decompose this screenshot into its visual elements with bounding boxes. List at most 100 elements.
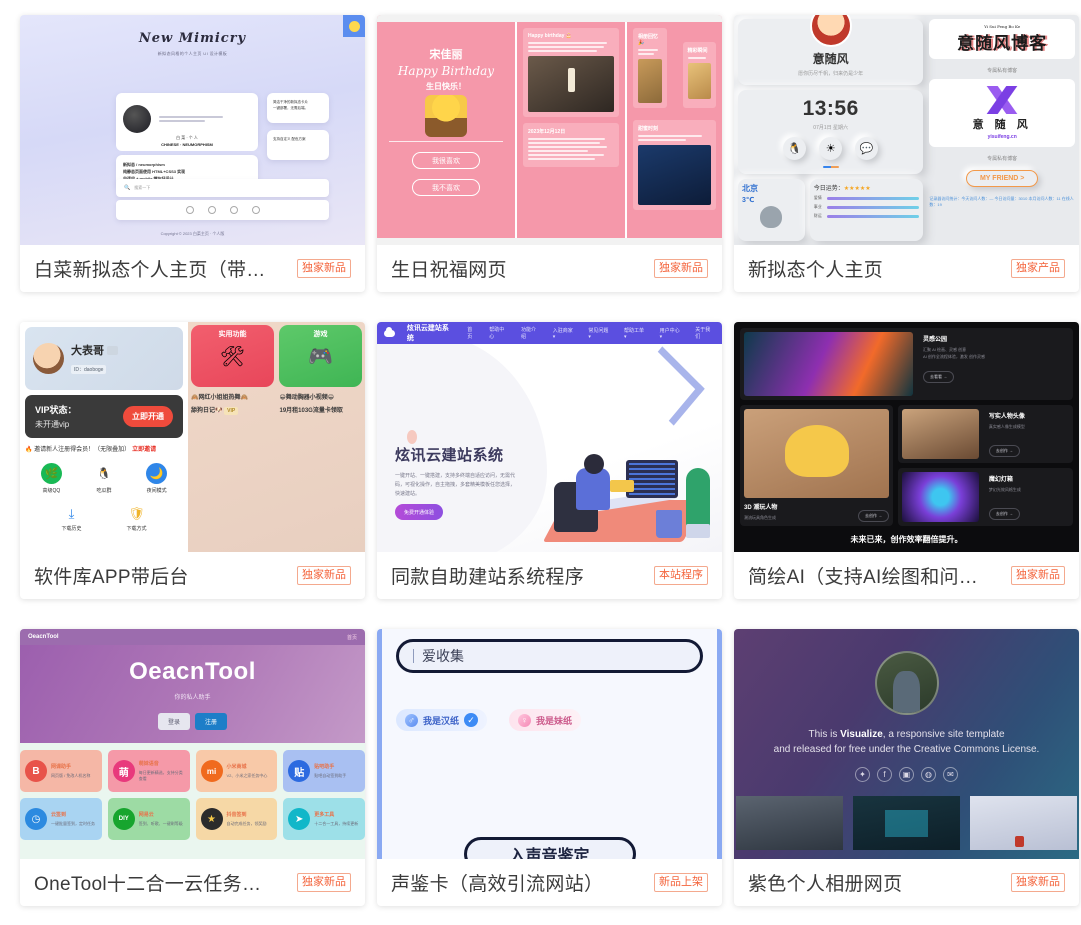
weather-sun-icon[interactable]: ☀ [819,137,843,160]
invite-link[interactable]: 立即邀请 [132,444,156,453]
preview-feature-panel: 灵感公园 汇聚 AI 绘画、灵感 创意 AI 创作全流程体验，激发 创作灵感 去… [740,328,1073,401]
book-icon [229,206,238,214]
list-item[interactable]: 😁舞动胸器小视频😁 [280,394,363,402]
check-circle-icon: ✓ [464,713,479,727]
list-item[interactable]: 🙈网红小姐姐热舞🙈 [191,394,274,402]
tool-tile[interactable]: mi 小米商城 V2、小米之家任务中心 [195,750,278,792]
app-entry[interactable]: 🐧 吃瓜群 [82,463,126,494]
my-friend-button[interactable]: MY FRIEND > [966,170,1039,187]
navbar-home-link[interactable]: 首页 [347,634,357,641]
cta-button[interactable]: 免费开通体验 [395,504,443,520]
nickname-input-value: 爱收集 [422,648,464,664]
template-thumbnail-new-mimicry[interactable]: New Mimicry 新拟态风格的个人主页 UI 设计模板 白 菜 · 个 人… [20,15,365,245]
mail-icon[interactable]: ✉ [943,767,958,782]
card-title[interactable]: 声鉴卡（高效引流网站） [391,869,603,896]
app-entry[interactable]: 🌿 高级QQ [29,463,73,494]
template-card[interactable]: OeacnTool 首页 OeacnTool 你的私人助手 登录 注册 B 网课助… [20,629,365,906]
card-title[interactable]: 新拟态个人主页 [748,255,883,282]
preview-footer: Copyright © 2023 白菜主页 · 个人版 [160,231,225,236]
template-thumbnail-ai-gallery[interactable]: 灵感公园 汇聚 AI 绘画、灵感 创意 AI 创作全流程体验，激发 创作灵感 去… [734,322,1079,552]
card-badge: 独家新品 [297,873,351,892]
block-button[interactable]: 去看看 → [923,370,955,383]
tool-tile[interactable]: B 网课助手 网页版 / 免改人机名称 [20,750,102,792]
submit-button[interactable]: 入声音鉴定 [463,837,636,859]
search-input[interactable]: 🔍 搜索一下 [116,179,329,197]
template-card[interactable]: 宋佳丽 Happy Birthday 生日快乐！ 我很喜欢 我不喜欢 Happy… [377,15,722,292]
template-thumbnail-visualize[interactable]: This is Visualize, a responsive site tem… [734,629,1079,859]
card-title[interactable]: 同款自助建站系统程序 [391,562,584,589]
block-button[interactable]: 去创作 → [988,508,1021,520]
nav-item[interactable]: 帮助工单 ▾ [624,327,648,340]
twitter-icon[interactable]: ✦ [855,767,870,782]
template-card[interactable]: 爱收集 ♂ 我是汉纸 ✓ ♀ 我是妹纸 入声音鉴定 声鉴卡（高效引流网站） 新品… [377,629,722,906]
photo-candle [528,56,614,112]
template-card[interactable]: This is Visualize, a responsive site tem… [734,629,1079,906]
gender-option-female[interactable]: ♀ 我是妹纸 [509,709,582,731]
qq-icon[interactable]: 🐧 [783,137,807,160]
facebook-icon[interactable]: f [877,767,892,782]
template-card[interactable]: 大表哥 ID：daoboge VIP状态： 未开通vip 立即开通 🔥 邀请新人… [20,322,365,599]
template-thumbnail-neumorphic[interactable]: 意随风 愿你历尽千帆，归来仍是少年 13:56 07月1日 星期六 🐧 ☀ 💬 [734,15,1079,245]
like-button[interactable]: 我很喜欢 [412,152,480,169]
gender-option-male[interactable]: ♂ 我是汉纸 ✓ [396,709,488,731]
template-card[interactable]: 灵感公园 汇聚 AI 绘画、灵感 创意 AI 创作全流程体验，激发 创作灵感 去… [734,322,1079,599]
nickname: 意随风 [812,52,849,66]
nav-item[interactable]: 入驻商家 ▾ [553,327,577,340]
nav-item[interactable]: 帮助中心 [489,326,509,340]
card-title[interactable]: 简绘AI（支持AI绘图和问… [748,562,978,589]
block-desc: 潮流玩具角色生成 [744,515,776,521]
nav-item[interactable]: 关于我们 [695,326,715,340]
card-title[interactable]: OneTool十二合一云任务… [34,869,261,896]
tool-icon: ★ [200,808,223,830]
template-thumbnail-birthday[interactable]: 宋佳丽 Happy Birthday 生日快乐！ 我很喜欢 我不喜欢 Happy… [377,15,722,245]
nav-item[interactable]: 常见问题 ▾ [588,327,612,340]
list-item[interactable]: 19月租103G流量卡领取 [280,407,363,415]
nav-item[interactable]: 功能介绍 [521,326,541,340]
tool-tile[interactable]: 贴贴吧助手 贴吧自动签到助手 [283,750,365,792]
card-title[interactable]: 软件库APP带后台 [34,562,189,589]
template-thumbnail-oeacntool[interactable]: OeacnTool 首页 OeacnTool 你的私人助手 登录 注册 B 网课助… [20,629,365,859]
app-entry[interactable]: 🌙 夜间模式 [135,463,179,494]
instagram-icon[interactable]: ▣ [899,767,914,782]
dislike-button[interactable]: 我不喜欢 [412,179,480,196]
tool-tile[interactable]: ★ 抖音签到 自动完成任务，领奖励 [195,798,278,840]
nickname-input[interactable]: 爱收集 [396,639,703,673]
photo-thumb[interactable] [853,796,960,850]
tool-tile[interactable]: ◷ 云签到 一键批量签到，定时任务 [20,798,102,840]
template-card[interactable]: 炫讯云建站系统 首页 帮助中心 功能介绍 入驻商家 ▾ 常见问题 ▾ 帮助工单 … [377,322,722,599]
vip-activate-button[interactable]: 立即开通 [123,406,173,427]
preview-navbar: OeacnTool 首页 [20,629,365,645]
template-thumbnail-software-library[interactable]: 大表哥 ID：daoboge VIP状态： 未开通vip 立即开通 🔥 邀请新人… [20,322,365,552]
block-button[interactable]: 去创作 → [988,445,1021,458]
template-card[interactable]: New Mimicry 新拟态风格的个人主页 UI 设计模板 白 菜 · 个 人… [20,15,365,292]
nav-item[interactable]: 用户中心 ▾ [660,327,684,340]
ai-art-image [902,409,979,460]
card-title[interactable]: 白菜新拟态个人主页（带… [34,255,266,282]
register-button[interactable]: 注册 [195,713,228,730]
card-title[interactable]: 紫色个人相册网页 [748,869,902,896]
card-title[interactable]: 生日祝福网页 [391,255,507,282]
tool-desc: V2、小米之家任务中心 [226,773,268,778]
template-thumbnail-voice-card[interactable]: 爱收集 ♂ 我是汉纸 ✓ ♀ 我是妹纸 入声音鉴定 [377,629,722,859]
template-card[interactable]: 意随风 愿你历尽千帆，归来仍是少年 13:56 07月1日 星期六 🐧 ☀ 💬 [734,15,1079,292]
login-button[interactable]: 登录 [157,713,190,730]
list-item[interactable]: 舔狗日记🐶 VIP [191,407,274,416]
birthday-script: Happy Birthday [397,64,495,78]
category-card[interactable]: 游戏 🎮 [279,325,362,387]
tool-icon: ◷ [25,808,47,830]
nav-item[interactable]: 首页 [467,326,477,340]
block-title: 灵感公园 [923,337,948,343]
wechat-icon[interactable]: 💬 [855,137,879,160]
block-button[interactable]: 去创作 → [858,510,890,522]
tool-tile[interactable]: DIY 网易云 签到、听歌、一键刷等级 [107,798,190,840]
tool-tile[interactable]: 萌萌妹语音 每日更新精选，支持分类查看 [107,750,190,792]
photo-thumb[interactable] [970,796,1077,850]
template-thumbnail-site-builder[interactable]: 炫讯云建站系统 首页 帮助中心 功能介绍 入驻商家 ▾ 常见问题 ▾ 帮助工单 … [377,322,722,552]
photo-thumb[interactable] [736,796,843,850]
dribbble-icon[interactable]: ◍ [921,767,936,782]
preview-feature-panel: 写实人物头像 真实感人像生成模型 去创作 → [898,405,1073,464]
category-card[interactable]: 实用功能 🛠 [191,325,274,387]
tool-tile[interactable]: ➤ 更多工具 十二合一工具，持续更新 [283,798,365,840]
app-entry[interactable]: ⤓ 下载历史 [50,506,94,532]
app-entry[interactable]: 🛡 下载方式 [115,506,159,532]
